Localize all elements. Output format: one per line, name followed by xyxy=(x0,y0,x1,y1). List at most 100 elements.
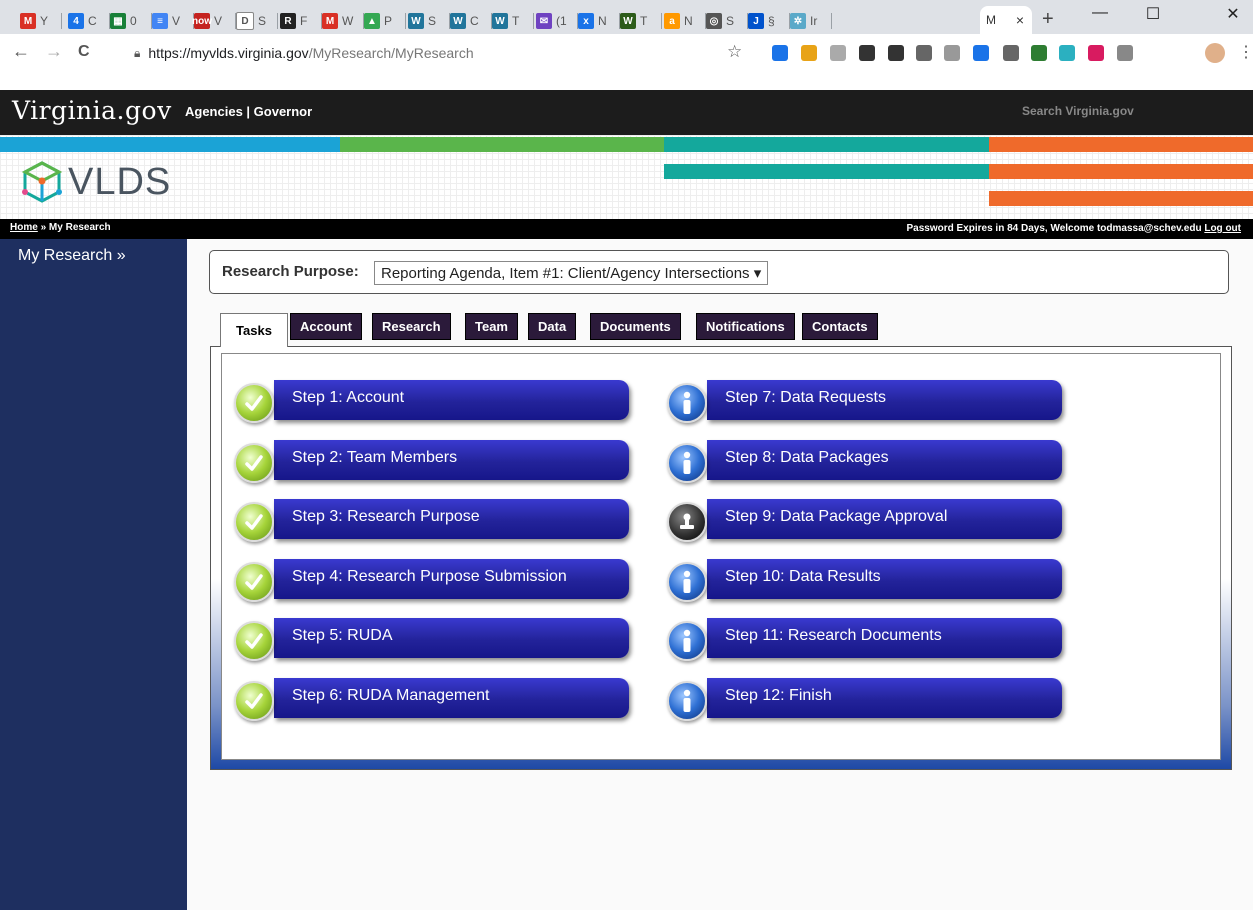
browser-tab-9[interactable]: WS xyxy=(408,10,450,32)
banner-strip-green xyxy=(340,137,664,152)
banner-strip-teal-2 xyxy=(664,164,989,179)
close-window-button[interactable]: ✕ xyxy=(1213,4,1253,24)
tab-research[interactable]: Research xyxy=(372,313,451,340)
info-icon xyxy=(667,680,707,721)
tab-documents[interactable]: Documents xyxy=(590,313,681,340)
close-tab-icon[interactable]: × xyxy=(1016,12,1024,28)
banner-strip-orange-3 xyxy=(989,191,1253,206)
browser-tab-11[interactable]: WT xyxy=(492,10,534,32)
step-12-button[interactable]: Step 12: Finish xyxy=(667,677,1067,738)
va-search-input[interactable]: Search Virginia.gov xyxy=(1022,104,1134,118)
extension-icon[interactable] xyxy=(1059,45,1075,61)
extension-icon[interactable] xyxy=(1117,45,1133,61)
step-6-button[interactable]: Step 6: RUDA Management xyxy=(234,677,634,738)
extension-icon[interactable] xyxy=(1003,45,1019,61)
profile-avatar[interactable] xyxy=(1205,43,1225,63)
vlds-logo-text: VLDS xyxy=(68,160,172,203)
extension-icon[interactable] xyxy=(772,45,788,61)
extension-icon[interactable] xyxy=(830,45,846,61)
url-host: https://myvlds.virginia.gov xyxy=(148,45,309,61)
browser-tab-14[interactable]: WT xyxy=(620,10,662,32)
tab-account[interactable]: Account xyxy=(290,313,362,340)
tab-title: S xyxy=(428,14,437,28)
breadcrumb-home-link[interactable]: Home xyxy=(10,222,38,233)
stamp-icon xyxy=(667,502,707,542)
sidebar-item-my-research[interactable]: My Research » xyxy=(18,247,126,265)
extension-icon[interactable] xyxy=(801,45,817,61)
step-10-button[interactable]: Step 10: Data Results xyxy=(667,558,1067,619)
browser-tab-18[interactable]: ✲ Ir xyxy=(790,10,832,32)
extension-icon[interactable] xyxy=(1031,45,1047,61)
banner-strip-orange xyxy=(989,137,1253,152)
tab-contacts[interactable]: Contacts xyxy=(802,313,878,340)
tab-favicon-icon: R xyxy=(280,13,296,29)
banner-strip-orange-2 xyxy=(989,164,1253,179)
tab-tasks[interactable]: Tasks xyxy=(220,313,288,347)
url-path: /MyResearch/MyResearch xyxy=(308,45,474,61)
browser-tab-6[interactable]: RF xyxy=(280,10,322,32)
step-9-button[interactable]: Step 9: Data Package Approval xyxy=(667,499,1067,559)
browser-tab-15[interactable]: aN xyxy=(664,10,706,32)
step-4-button[interactable]: Step 4: Research Purpose Submission xyxy=(234,558,634,619)
browser-tab-16[interactable]: ◎ S xyxy=(706,10,748,32)
research-purpose-box: Research Purpose: Reporting Agenda, Item… xyxy=(209,250,1229,294)
extension-icon[interactable] xyxy=(973,45,989,61)
tab-title: N xyxy=(684,14,693,28)
extension-icon[interactable] xyxy=(916,45,932,61)
extension-icon[interactable] xyxy=(944,45,960,61)
browser-tab-active[interactable]: M × xyxy=(980,6,1032,34)
maximize-button[interactable]: ☐ xyxy=(1133,4,1173,24)
browser-tab-17[interactable]: J § xyxy=(748,10,790,32)
step-7-button[interactable]: Step 7: Data Requests xyxy=(667,380,1067,440)
breadcrumb-current: My Research xyxy=(48,222,111,233)
tab-team[interactable]: Team xyxy=(465,313,518,340)
extension-icon[interactable] xyxy=(888,45,904,61)
reload-button[interactable]: C xyxy=(78,43,90,61)
back-button[interactable]: ← xyxy=(12,41,30,62)
tab-favicon-icon: W xyxy=(620,13,636,29)
browser-tab-2[interactable]: ▦ 0 xyxy=(110,10,152,32)
step-label: Step 4: Research Purpose Submission xyxy=(292,567,567,585)
step-label: Step 3: Research Purpose xyxy=(292,508,480,525)
step-8-button[interactable]: Step 8: Data Packages xyxy=(667,439,1067,500)
browser-tab-10[interactable]: WC xyxy=(450,10,492,32)
welcome-text: Password Expires in 84 Days, Welcome tod… xyxy=(906,223,1202,234)
step-1-button[interactable]: Step 1: Account xyxy=(234,380,634,440)
browser-tab-3[interactable]: ≡ V xyxy=(152,10,194,32)
research-purpose-select[interactable]: Reporting Agenda, Item #1: Client/Agency… xyxy=(374,261,769,285)
browser-tab-8[interactable]: ▲ P xyxy=(364,10,406,32)
browser-tab-13[interactable]: xN xyxy=(578,10,620,32)
browser-tab-0[interactable]: MY xyxy=(20,10,62,32)
browser-tab-1[interactable]: 4C xyxy=(68,10,110,32)
step-3-button[interactable]: Step 3: Research Purpose xyxy=(234,499,634,559)
menu-kebab-icon[interactable]: ⋮ xyxy=(1238,42,1253,62)
lock-icon: 🔒︎ xyxy=(134,45,141,60)
step-2-button[interactable]: Step 2: Team Members xyxy=(234,439,634,500)
checkmark-icon xyxy=(234,442,274,483)
virginia-gov-logo[interactable]: Virginia.gov xyxy=(12,96,172,125)
tab-notifications[interactable]: Notifications xyxy=(696,313,795,340)
tab-separator xyxy=(61,13,62,29)
minimize-button[interactable]: — xyxy=(1080,4,1120,22)
bookmark-star-icon[interactable]: ☆ xyxy=(727,42,742,62)
tab-separator xyxy=(277,13,278,29)
tab-data[interactable]: Data xyxy=(528,313,577,340)
browser-tab-7[interactable]: MW xyxy=(322,10,364,32)
browser-tab-12[interactable]: ✉ (1 xyxy=(536,10,578,32)
extension-icon[interactable] xyxy=(1088,45,1104,61)
forward-button[interactable]: → xyxy=(45,41,63,62)
step-11-button[interactable]: Step 11: Research Documents xyxy=(667,618,1067,678)
tab-title: N xyxy=(598,14,607,28)
new-tab-button[interactable]: + xyxy=(1042,8,1054,31)
logout-link[interactable]: Log out xyxy=(1204,223,1241,234)
step-label: Step 6: RUDA Management xyxy=(292,686,490,704)
step-label: Step 7: Data Requests xyxy=(725,389,886,406)
step-5-button[interactable]: Step 5: RUDA xyxy=(234,618,634,678)
browser-tab-5[interactable]: DS xyxy=(236,10,278,32)
extension-icon[interactable] xyxy=(859,45,875,61)
address-bar[interactable]: 🔒︎ https://myvlds.virginia.gov/MyResearc… xyxy=(128,39,748,67)
tab-favicon-icon: W xyxy=(492,13,508,29)
vlds-logo[interactable]: VLDS xyxy=(20,160,171,204)
va-header-links[interactable]: Agencies | Governor xyxy=(185,104,312,119)
browser-tab-4[interactable]: now V xyxy=(192,10,236,32)
